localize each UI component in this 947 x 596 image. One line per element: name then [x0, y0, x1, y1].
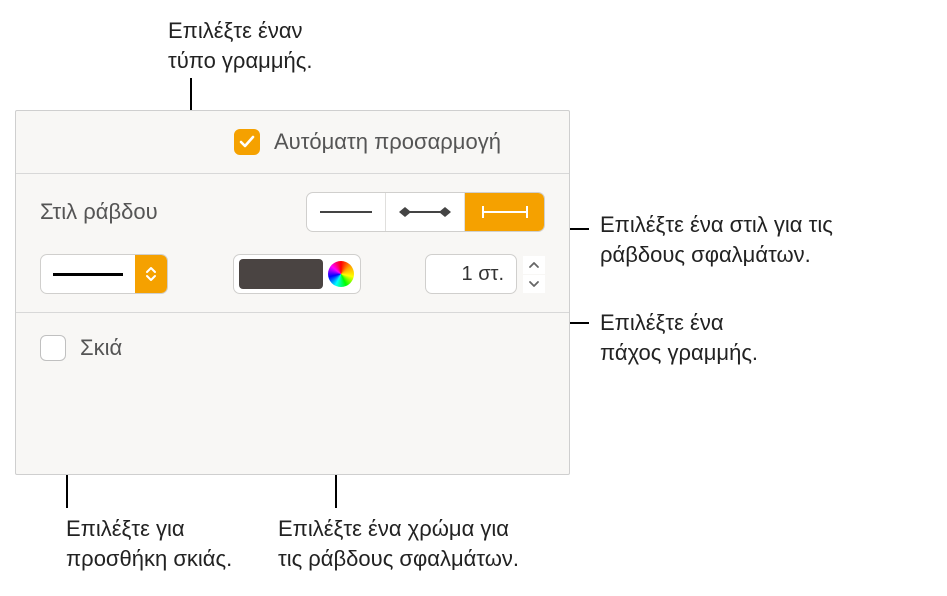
bar-style-option-plain[interactable] — [307, 193, 386, 231]
dropdown-arrows — [135, 255, 167, 293]
callout-line-type: Επιλέξτε έναν τύπο γραμμής. — [168, 16, 312, 75]
error-bars-panel: Αυτόματη προσαρμογή Στιλ ράβδου — [15, 110, 570, 475]
bar-style-option-diamond-caps[interactable] — [386, 193, 465, 231]
color-well[interactable] — [233, 254, 361, 294]
shadow-label: Σκιά — [80, 335, 122, 361]
chevron-up-down-icon — [143, 266, 159, 282]
bar-plain-icon — [316, 203, 376, 221]
thickness-step-up[interactable] — [523, 256, 545, 274]
line-type-dropdown[interactable] — [40, 254, 168, 294]
line-sample-icon — [53, 273, 123, 276]
color-swatch — [239, 259, 323, 289]
check-icon — [238, 133, 256, 151]
callout-color: Επιλέξτε ένα χρώμα για τις ράβδους σφαλμ… — [278, 514, 519, 573]
bar-diamond-icon — [395, 203, 455, 221]
bar-style-segmented — [306, 192, 545, 232]
auto-adjust-label: Αυτόματη προσαρμογή — [274, 129, 501, 155]
auto-adjust-checkbox[interactable] — [234, 129, 260, 155]
callout-thickness: Επιλέξτε ένα πάχος γραμμής. — [600, 308, 758, 367]
thickness-stepper: 1 στ. — [425, 254, 545, 294]
callout-bar-style: Επιλέξτε ένα στιλ για τις ράβδους σφαλμά… — [600, 210, 833, 269]
bar-flatcap-icon — [475, 203, 535, 221]
color-wheel-icon — [328, 261, 354, 287]
bar-style-label: Στιλ ράβδου — [40, 199, 158, 225]
thickness-field[interactable]: 1 στ. — [425, 254, 517, 294]
shadow-checkbox[interactable] — [40, 335, 66, 361]
line-type-preview — [41, 273, 135, 276]
thickness-step-down[interactable] — [523, 275, 545, 293]
chevron-up-icon — [528, 260, 540, 270]
auto-adjust-row: Αυτόματη προσαρμογή — [234, 129, 545, 155]
shadow-row: Σκιά — [40, 335, 545, 361]
chevron-down-icon — [528, 279, 540, 289]
bar-style-option-flat-caps[interactable] — [465, 193, 544, 231]
callout-shadow: Επιλέξτε για προσθήκη σκιάς. — [66, 514, 232, 573]
